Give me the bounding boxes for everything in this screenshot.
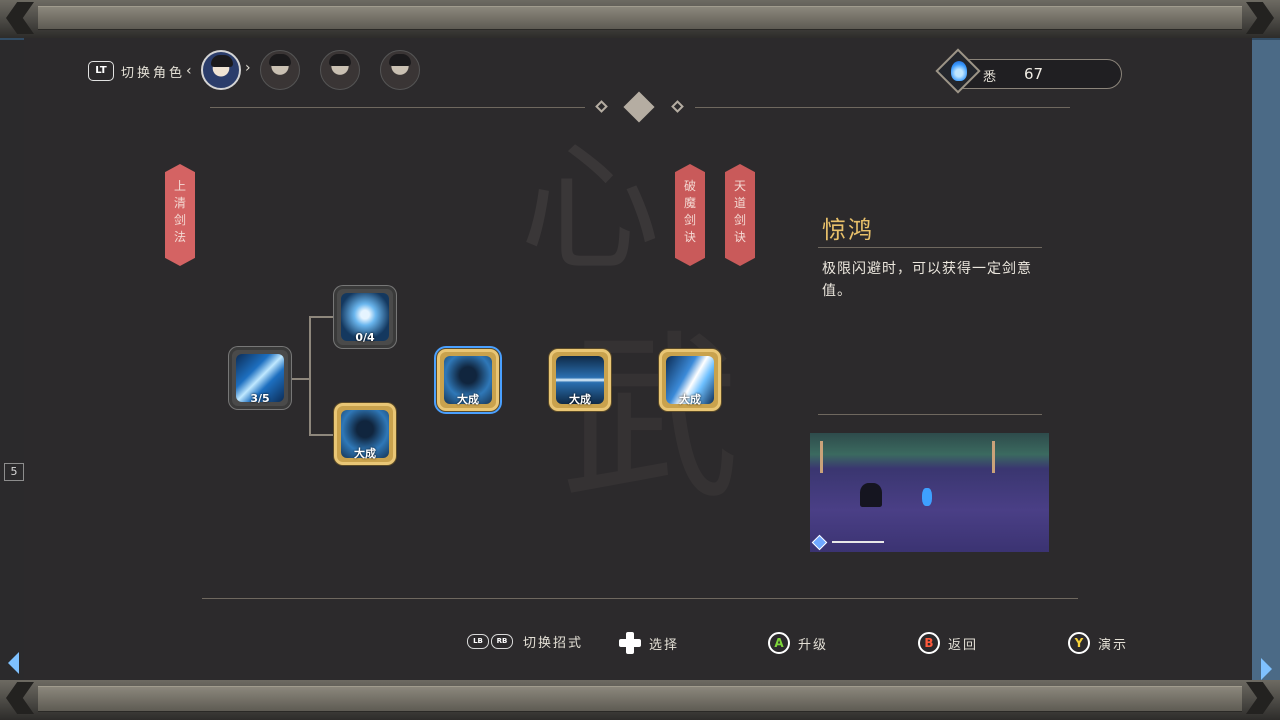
switch-move-label: 切换招式 — [523, 636, 584, 651]
skill-lower[interactable]: 大成 — [334, 403, 396, 465]
skill-level: 大成 — [569, 393, 591, 406]
upgrade-label: 升级 — [798, 637, 829, 653]
divider-right — [695, 107, 1070, 108]
a-button-icon: A — [768, 632, 790, 654]
chevron-right-icon[interactable]: › — [245, 60, 251, 76]
demo-preview[interactable] — [810, 433, 1049, 552]
skill-title: 惊鸿 — [822, 216, 874, 244]
rb-button-icon: RB — [491, 634, 513, 649]
divider-left — [210, 107, 585, 108]
page-left-arrow-icon[interactable] — [8, 652, 19, 674]
select-label: 选择 — [649, 637, 680, 653]
skill-root[interactable]: 3/5 — [229, 347, 291, 409]
lt-button-icon: LT — [88, 61, 114, 81]
spirit-flame-icon — [951, 61, 967, 81]
detail-divider-top — [818, 247, 1042, 248]
character-avatar-2[interactable] — [260, 50, 300, 90]
b-button-icon: B — [918, 632, 940, 654]
skill-level: 大成 — [457, 393, 479, 406]
tree-connector — [309, 316, 311, 436]
skill-upper[interactable]: 0/4 — [334, 286, 396, 348]
scroll-roller-bottom — [0, 680, 1280, 720]
watermark-glyph: 心 — [520, 128, 661, 291]
tree-connector — [309, 316, 335, 318]
banner-shangqing: 上 清 剑 法 — [165, 164, 195, 266]
upgrade-control[interactable]: A 升级 — [768, 632, 828, 654]
skill-jinghong[interactable]: 大成 — [434, 346, 502, 414]
dpad-icon — [619, 632, 641, 654]
detail-divider-bottom — [818, 414, 1042, 415]
footer-divider — [202, 598, 1078, 599]
enemy-figure — [860, 483, 882, 507]
back-label: 返回 — [948, 637, 979, 653]
character-avatar-1[interactable] — [201, 50, 241, 90]
player-figure — [922, 488, 932, 506]
switch-move-control[interactable]: LB RB 切换招式 — [467, 632, 583, 651]
skill-slash[interactable]: 大成 — [659, 349, 721, 411]
select-control[interactable]: 选择 — [619, 632, 679, 654]
left-edge — [0, 40, 24, 680]
lantern-pole — [992, 441, 995, 473]
skill-description: 极限闪避时，可以获得一定剑意值。 — [822, 261, 1032, 299]
hud-bar — [811, 534, 884, 551]
tree-connector — [309, 434, 335, 436]
chevron-left-icon[interactable]: ‹ — [186, 63, 192, 79]
skill-level: 大成 — [354, 447, 376, 460]
y-button-icon: Y — [1068, 632, 1090, 654]
character-avatar-3[interactable] — [320, 50, 360, 90]
banner-tiandao: 天 道 剑 诀 — [725, 164, 755, 266]
skill-level: 0/4 — [355, 331, 375, 344]
banner-pomo: 破 魔 剑 诀 — [675, 164, 705, 266]
page-right-arrow-icon[interactable] — [1261, 658, 1272, 680]
currency-label: 悉 — [983, 70, 997, 85]
skill-level: 大成 — [679, 393, 701, 406]
scroll-roller-top — [0, 0, 1280, 38]
skill-level: 3/5 — [250, 392, 270, 405]
demo-control[interactable]: Y 演示 — [1068, 632, 1128, 654]
skill-sword[interactable]: 大成 — [549, 349, 611, 411]
character-switch[interactable]: LT 切换角色 ‹ — [88, 58, 193, 84]
lb-button-icon: LB — [467, 634, 489, 649]
edge-number: 5 — [4, 463, 24, 481]
tree-connector — [291, 378, 309, 380]
switch-character-label: 切换角色 — [121, 65, 186, 81]
back-control[interactable]: B 返回 — [918, 632, 978, 654]
demo-label: 演示 — [1098, 637, 1129, 653]
character-avatar-4[interactable] — [380, 50, 420, 90]
right-edge — [1250, 40, 1280, 680]
currency-value: 67 — [1024, 65, 1044, 83]
lantern-pole — [820, 441, 823, 473]
